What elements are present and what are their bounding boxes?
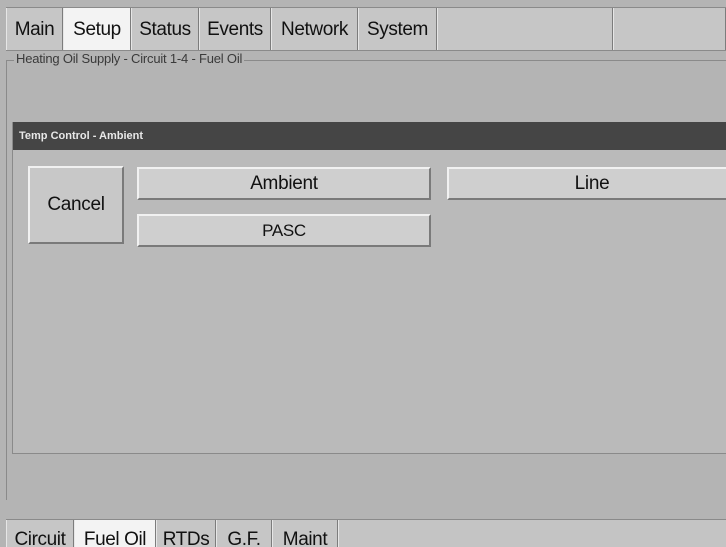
tab-events[interactable]: Events — [199, 8, 271, 50]
tab-rtds[interactable]: RTDs — [156, 520, 216, 547]
temp-control-dialog: Temp Control - Ambient Cancel Ambient Li… — [12, 122, 726, 454]
tab-gf[interactable]: G.F. — [216, 520, 272, 547]
cancel-button[interactable]: Cancel — [28, 166, 124, 244]
tab-fuel-oil[interactable]: Fuel Oil — [74, 520, 156, 547]
tab-bar-blank — [613, 8, 726, 50]
group-legend: Heating Oil Supply - Circuit 1-4 - Fuel … — [14, 51, 245, 66]
tab-maint[interactable]: Maint — [272, 520, 338, 547]
tab-bar-blank — [338, 520, 726, 547]
tab-system[interactable]: System — [358, 8, 437, 50]
top-tab-bar: Main Setup Status Events Network System — [6, 7, 726, 51]
tab-bar-blank — [437, 8, 613, 50]
line-button[interactable]: Line — [447, 167, 726, 200]
tab-main[interactable]: Main — [6, 8, 63, 50]
tab-setup[interactable]: Setup — [63, 8, 131, 50]
bottom-tab-bar: Circuit Fuel Oil RTDs G.F. Maint — [6, 519, 726, 547]
ambient-button[interactable]: Ambient — [137, 167, 431, 200]
tab-status[interactable]: Status — [131, 8, 199, 50]
pasc-button[interactable]: PASC — [137, 214, 431, 247]
hmi-screen: Main Setup Status Events Network System … — [0, 0, 726, 547]
tab-network[interactable]: Network — [271, 8, 358, 50]
dialog-title: Temp Control - Ambient — [13, 122, 726, 150]
tab-circuit[interactable]: Circuit — [6, 520, 74, 547]
